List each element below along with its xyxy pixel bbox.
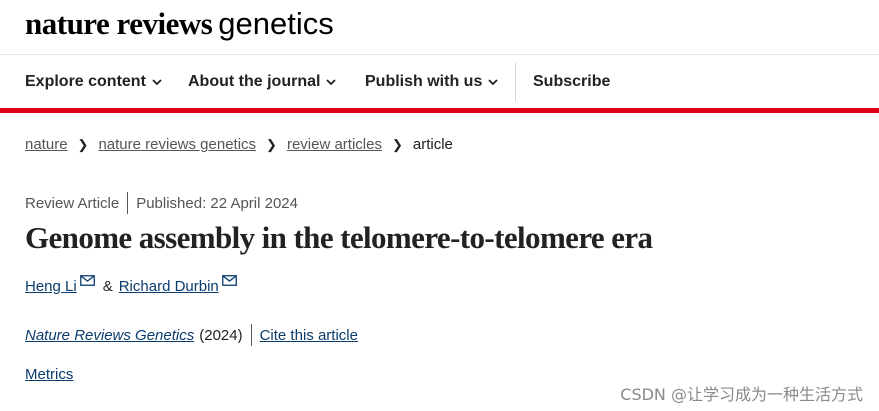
citation-line: Nature Reviews Genetics (2024) Cite this… xyxy=(25,324,358,346)
nav-subscribe[interactable]: Subscribe xyxy=(533,73,610,91)
nav-about-journal-label: About the journal xyxy=(188,73,321,90)
chevron-right-icon: ❯ xyxy=(77,136,89,152)
journal-year: (2024) xyxy=(199,326,243,344)
chevron-down-icon xyxy=(488,79,498,86)
chevron-down-icon xyxy=(326,79,337,86)
nav-publish-with-us-label: Publish with us xyxy=(365,73,483,90)
nav-explore-content[interactable]: Explore content xyxy=(25,73,162,91)
main-nav: Explore content About the journal Publis… xyxy=(0,55,879,108)
watermark: CSDN @让学习成为一种生活方式 xyxy=(620,385,863,404)
accent-bar xyxy=(0,108,879,113)
chevron-right-icon: ❯ xyxy=(391,136,403,152)
article-title: Genome assembly in the telomere-to-telom… xyxy=(25,220,653,255)
author-list: Heng Li & Richard Durbin xyxy=(25,275,237,295)
nav-subscribe-label: Subscribe xyxy=(533,73,611,90)
nav-divider xyxy=(515,63,516,101)
nav-about-journal[interactable]: About the journal xyxy=(188,73,337,91)
chevron-right-icon: ❯ xyxy=(266,136,277,152)
author-separator: & xyxy=(102,278,113,295)
logo-brand: nature reviews xyxy=(25,6,213,41)
breadcrumb-link-review-articles[interactable]: review articles xyxy=(287,136,382,153)
nav-explore-content-label: Explore content xyxy=(25,73,146,90)
journal-link[interactable]: Nature Reviews Genetics xyxy=(25,327,194,344)
site-header: nature reviews genetics xyxy=(0,0,879,55)
author-link-heng-li[interactable]: Heng Li xyxy=(25,278,77,295)
mail-icon[interactable] xyxy=(221,275,237,286)
article-type: Review Article xyxy=(25,194,120,212)
logo-subtitle: genetics xyxy=(218,6,334,41)
breadcrumb: nature ❯ nature reviews genetics ❯ revie… xyxy=(25,136,453,153)
breadcrumb-link-journal[interactable]: nature reviews genetics xyxy=(98,136,256,153)
cite-this-article-link[interactable]: Cite this article xyxy=(260,327,358,344)
nav-publish-with-us[interactable]: Publish with us xyxy=(365,73,498,91)
journal-logo[interactable]: nature reviews genetics xyxy=(25,6,334,42)
chevron-down-icon xyxy=(152,79,162,86)
author-link-richard-durbin[interactable]: Richard Durbin xyxy=(119,278,219,295)
article-meta: Review Article Published: 22 April 2024 xyxy=(25,192,298,214)
metrics-link[interactable]: Metrics xyxy=(25,366,73,383)
published-date: Published: 22 April 2024 xyxy=(136,194,298,212)
mail-icon[interactable] xyxy=(79,275,95,286)
citation-divider xyxy=(250,324,252,346)
meta-divider xyxy=(127,192,129,214)
breadcrumb-link-nature[interactable]: nature xyxy=(25,136,68,153)
breadcrumb-current: article xyxy=(412,136,453,153)
